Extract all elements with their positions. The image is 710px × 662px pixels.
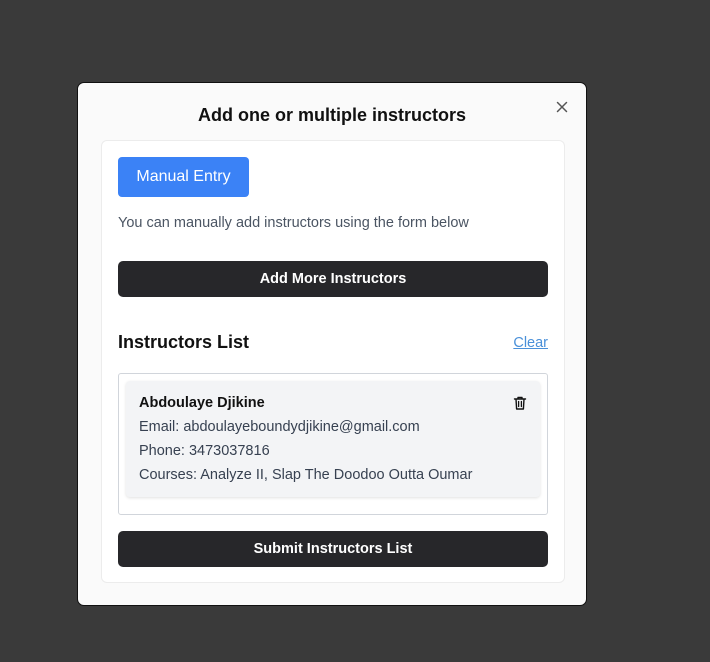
instructors-list: Abdoulaye Djikine Email: abdoulayeboundy… <box>118 373 548 515</box>
trash-icon[interactable] <box>512 395 528 411</box>
modal-title: Add one or multiple instructors <box>197 105 466 125</box>
instructor-name: Abdoulaye Djikine <box>139 395 265 411</box>
list-item: Abdoulaye Djikine Email: abdoulayeboundy… <box>126 381 540 497</box>
manual-entry-hint: You can manually add instructors using t… <box>118 215 469 231</box>
add-more-instructors-button[interactable]: Add More Instructors <box>118 261 548 297</box>
instructor-phone: Phone: 3473037816 <box>139 443 270 459</box>
add-instructors-modal: Add one or multiple instructors Manual E… <box>77 82 587 606</box>
clear-list-link[interactable]: Clear <box>513 335 548 351</box>
instructor-email: Email: abdoulayeboundydjikine@gmail.com <box>139 419 420 435</box>
instructors-card: Manual Entry You can manually add instru… <box>101 140 565 583</box>
close-icon[interactable] <box>554 99 570 115</box>
submit-instructors-button[interactable]: Submit Instructors List <box>118 531 548 567</box>
manual-entry-tab[interactable]: Manual Entry <box>118 157 249 197</box>
instructor-courses: Courses: Analyze II, Slap The Doodoo Out… <box>139 467 473 483</box>
instructors-list-heading: Instructors List <box>118 332 250 352</box>
